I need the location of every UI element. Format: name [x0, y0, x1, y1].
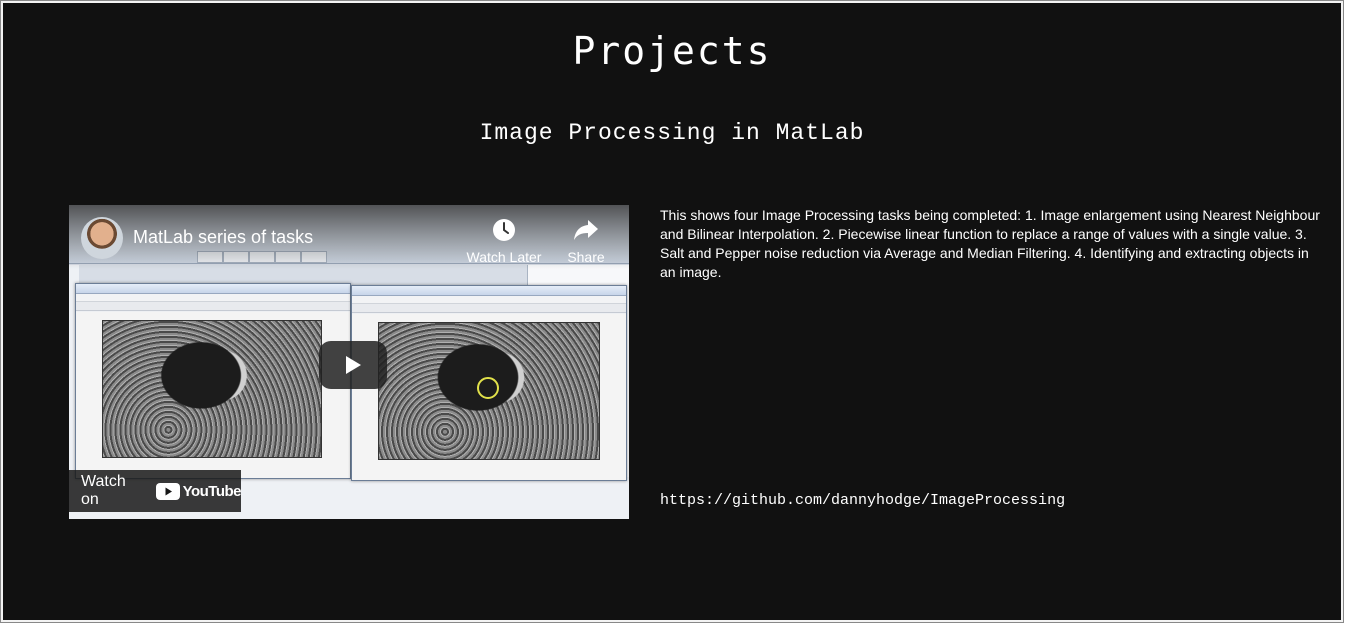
play-button[interactable]	[319, 341, 387, 389]
watch-later-button[interactable]: Watch Later	[464, 217, 544, 265]
clock-icon	[493, 219, 515, 241]
share-button[interactable]: Share	[546, 217, 626, 265]
play-icon	[346, 356, 361, 374]
youtube-logo: YouTube	[155, 482, 242, 500]
share-arrow-icon	[574, 220, 598, 240]
page-title: Projects	[572, 29, 772, 73]
channel-avatar[interactable]	[81, 217, 123, 259]
video-title[interactable]: MatLab series of tasks	[133, 227, 313, 248]
figure-window-1	[75, 283, 351, 479]
share-label: Share	[567, 249, 605, 265]
youtube-logo-icon	[155, 482, 180, 500]
watch-on-label: Watch on	[81, 473, 126, 508]
project-description: This shows four Image Processing tasks b…	[660, 207, 1320, 280]
watch-later-label: Watch Later	[466, 249, 542, 265]
penguin-image-left	[102, 320, 322, 458]
video-embed[interactable]: MatLab series of tasks Watch Later Share	[69, 205, 629, 519]
page-frame: Projects Image Processing in MatLab MatL…	[0, 0, 1344, 623]
youtube-wordmark: YouTube	[182, 482, 242, 500]
github-repo-link[interactable]: https://github.com/dannyhodge/ImageProce…	[660, 492, 1065, 509]
project-title: Image Processing in MatLab	[479, 120, 865, 146]
cursor-highlight-icon	[477, 377, 499, 399]
watch-on-youtube-button[interactable]: Watch on YouTube	[69, 470, 242, 512]
